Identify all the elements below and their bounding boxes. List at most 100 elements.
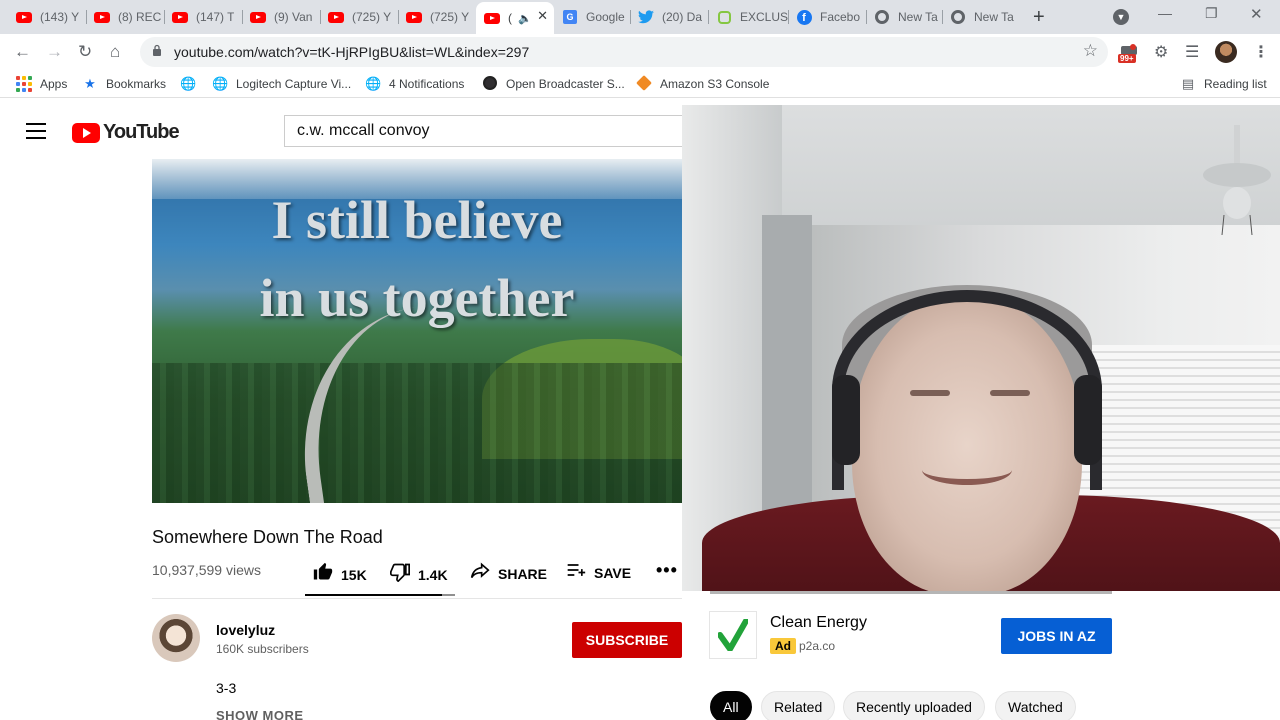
google-translate-icon: G	[562, 9, 578, 25]
ad-cta-button[interactable]: JOBS IN AZ	[1001, 618, 1112, 654]
close-window-icon[interactable]: ✕	[1250, 5, 1263, 23]
browser-tab[interactable]: New Ta	[866, 4, 942, 30]
bookmark-label: Open Broadcaster S...	[506, 77, 625, 91]
minimize-icon[interactable]: —	[1158, 5, 1172, 21]
youtube-wordmark: YouTube	[103, 121, 180, 143]
chrome-icon	[950, 9, 966, 25]
ad-title[interactable]: Clean Energy	[770, 614, 867, 632]
back-arrow-icon[interactable]: ←	[14, 42, 31, 62]
youtube-icon	[16, 9, 32, 25]
bookmark-apps[interactable]: Apps	[16, 76, 67, 92]
thumbs-down-icon	[390, 562, 410, 587]
profile-avatar[interactable]	[1215, 41, 1237, 63]
tab-search-chevron-icon[interactable]: ▼	[1113, 9, 1129, 25]
bookmarks-bar: Apps ★ Bookmarks 🌐 🌐 Logitech Capture Vi…	[0, 70, 1280, 98]
share-arrow-icon	[470, 562, 490, 585]
bookmark-notifications[interactable]: 🌐 4 Notifications	[365, 76, 464, 92]
bookmark-logitech-capture[interactable]: 🌐 Logitech Capture Vi...	[212, 76, 351, 92]
channel-avatar[interactable]	[152, 614, 200, 662]
video-caption-line-2: in us together	[259, 268, 575, 328]
globe-icon: 🌐	[365, 76, 382, 91]
ad-badge: Ad	[770, 638, 796, 654]
save-button[interactable]: SAVE	[566, 562, 631, 583]
restore-window-icon[interactable]: ❐	[1205, 5, 1218, 22]
apps-grid-icon	[16, 76, 32, 92]
twitter-icon	[638, 9, 654, 25]
browser-tab[interactable]: (8) REC	[86, 4, 164, 30]
hamburger-menu-icon[interactable]	[26, 123, 46, 144]
tab-label: (9) Van	[274, 10, 313, 24]
new-tab-plus-icon[interactable]: +	[1033, 6, 1045, 29]
bookmark-label: Amazon S3 Console	[660, 77, 770, 91]
reload-icon[interactable]: ↻	[78, 42, 92, 62]
like-button[interactable]: 15K	[313, 562, 367, 587]
section-divider	[152, 598, 682, 599]
video-title: Somewhere Down The Road	[152, 527, 383, 547]
youtube-icon	[94, 9, 110, 25]
extension-badge: 99+	[1118, 54, 1136, 63]
channel-name[interactable]: lovelyluz	[216, 622, 275, 638]
extension-icon[interactable]: 99+	[1118, 44, 1142, 66]
globe-icon: 🌐	[180, 76, 197, 91]
reading-list-icon: ▤	[1181, 76, 1195, 91]
dislike-button[interactable]: 1.4K	[390, 562, 448, 587]
bookmark-star-icon[interactable]: ☆	[1083, 41, 1098, 61]
youtube-logo[interactable]: YouTube	[72, 121, 180, 144]
show-more-button[interactable]: SHOW MORE	[216, 708, 304, 720]
ad-logo-checkmark-icon[interactable]	[709, 611, 757, 659]
youtube-icon	[172, 9, 188, 25]
bookmark-obs[interactable]: Open Broadcaster S...	[482, 76, 625, 92]
youtube-icon	[406, 9, 422, 25]
browser-tab-active[interactable]: ( 🔈 ✕	[476, 2, 554, 34]
tab-label: (725) Y	[352, 10, 392, 24]
forward-arrow-icon[interactable]: →	[46, 42, 63, 62]
browser-tab[interactable]: (20) Da	[630, 4, 708, 30]
chip-recently-uploaded[interactable]: Recently uploaded	[843, 691, 985, 720]
chip-watched[interactable]: Watched	[995, 691, 1076, 720]
chip-related[interactable]: Related	[761, 691, 836, 720]
subscriber-count: 160K subscribers	[216, 642, 309, 656]
extensions-puzzle-icon[interactable]: ⚙	[1154, 42, 1168, 62]
tab-label: (8) REC	[118, 10, 162, 24]
chip-all[interactable]: All	[710, 691, 752, 720]
bookmark-bookmarks[interactable]: ★ Bookmarks	[82, 76, 166, 92]
save-label: SAVE	[594, 564, 632, 581]
like-ratio-fill	[305, 594, 442, 596]
browser-tab[interactable]: G Google	[554, 4, 630, 30]
search-input[interactable]: c.w. mccall convoy	[284, 115, 684, 147]
speaker-icon[interactable]: 🔈	[518, 12, 532, 25]
menu-kebab-icon[interactable]: ⋮	[1253, 42, 1269, 62]
youtube-icon	[328, 9, 344, 25]
browser-tab[interactable]: (143) Y	[8, 4, 84, 30]
tab-label: New Ta	[974, 10, 1014, 24]
reading-list[interactable]: ▤ Reading list	[1180, 76, 1267, 92]
close-tab-icon[interactable]: ✕	[537, 8, 548, 24]
facebook-icon: f	[796, 9, 812, 25]
bookmark-label: Logitech Capture Vi...	[236, 77, 352, 91]
more-actions-icon[interactable]: •••	[656, 560, 678, 581]
bookmark-amazon-s3[interactable]: Amazon S3 Console	[636, 75, 770, 92]
chrome-icon	[874, 9, 890, 25]
home-icon[interactable]: ⌂	[110, 42, 120, 62]
browser-tab[interactable]: EXCLUS	[708, 4, 788, 30]
headset-ear-cup	[1074, 375, 1102, 465]
browser-tab[interactable]: (147) T	[164, 4, 242, 30]
youtube-header: YouTube c.w. mccall convoy	[0, 99, 684, 159]
share-button[interactable]: SHARE	[470, 562, 547, 585]
headset-ear-cup	[832, 375, 860, 465]
address-url: youtube.com/watch?v=tK-HjRPIgBU&list=WL&…	[174, 44, 530, 60]
browser-tab[interactable]: New Ta	[942, 4, 1018, 30]
subscribe-button[interactable]: SUBSCRIBE	[572, 622, 682, 658]
media-queue-icon[interactable]: ☰	[1185, 42, 1199, 62]
bookmark-globe[interactable]: 🌐	[180, 76, 204, 92]
browser-tab[interactable]: (9) Van	[242, 4, 320, 30]
address-bar[interactable]: youtube.com/watch?v=tK-HjRPIgBU&list=WL&…	[140, 37, 1108, 67]
browser-tab[interactable]: (725) Y	[398, 4, 476, 30]
browser-tab[interactable]: f Facebo	[788, 4, 866, 30]
headset-band	[832, 290, 1102, 490]
reading-list-label: Reading list	[1204, 77, 1267, 91]
browser-tab[interactable]: (725) Y	[320, 4, 398, 30]
video-player[interactable]: I still believe in us together	[152, 159, 682, 503]
lock-icon[interactable]	[152, 44, 162, 56]
obs-icon	[482, 76, 498, 92]
